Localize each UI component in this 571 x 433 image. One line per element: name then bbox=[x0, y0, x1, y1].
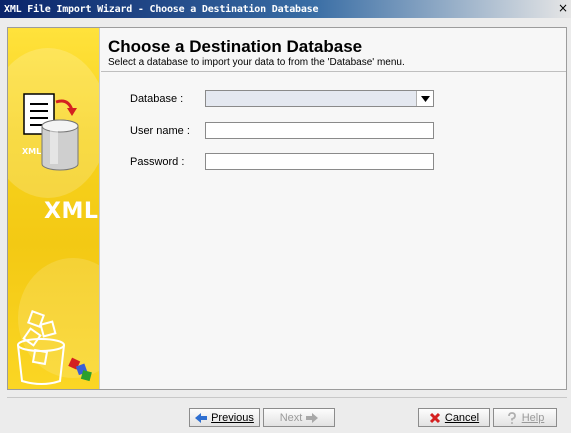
password-field-box bbox=[205, 153, 434, 170]
window-title: XML File Import Wizard - Choose a Destin… bbox=[4, 3, 319, 15]
username-field-box bbox=[205, 122, 434, 139]
page-subtitle: Select a database to import your data to… bbox=[108, 57, 405, 68]
sidebar-xml-text: XML bbox=[44, 199, 99, 224]
database-label: Database : bbox=[130, 93, 184, 105]
arrow-left-icon bbox=[195, 412, 208, 424]
wizard-side-panel: XML XML bbox=[8, 28, 100, 389]
help-button-label: Help bbox=[521, 411, 545, 424]
cancel-button[interactable]: Cancel bbox=[418, 408, 490, 427]
password-field[interactable] bbox=[206, 154, 433, 169]
username-field[interactable] bbox=[206, 123, 433, 138]
username-label: User name : bbox=[130, 125, 190, 137]
page-title: Choose a Destination Database bbox=[108, 37, 363, 56]
question-icon bbox=[506, 411, 518, 424]
doc-icon-label: XML bbox=[22, 147, 41, 156]
arrow-right-icon bbox=[306, 412, 319, 424]
cancel-button-label: Cancel bbox=[444, 411, 480, 424]
next-button-label: Next bbox=[279, 411, 303, 424]
chevron-down-icon[interactable] bbox=[416, 91, 433, 106]
puzzle-basket-icon bbox=[17, 310, 92, 385]
next-button[interactable]: Next bbox=[263, 408, 335, 427]
footer-divider bbox=[7, 397, 567, 398]
previous-button[interactable]: Previous bbox=[189, 408, 260, 427]
password-label: Password : bbox=[130, 156, 185, 168]
database-select[interactable] bbox=[205, 90, 434, 107]
red-x-icon bbox=[429, 412, 441, 424]
help-button[interactable]: Help bbox=[493, 408, 557, 427]
header-divider bbox=[101, 71, 566, 72]
title-bar: XML File Import Wizard - Choose a Destin… bbox=[0, 0, 571, 18]
close-icon[interactable]: × bbox=[556, 1, 570, 16]
xml-to-database-icon: XML bbox=[22, 93, 79, 171]
previous-button-label: Previous bbox=[211, 411, 254, 424]
